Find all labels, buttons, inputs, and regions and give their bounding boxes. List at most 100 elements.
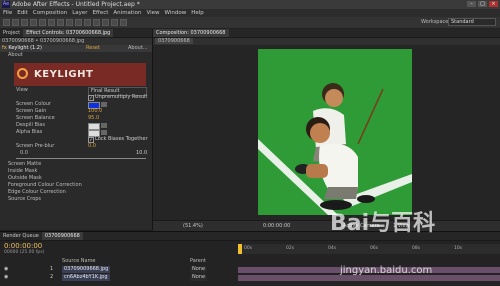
- menu-file[interactable]: File: [3, 9, 12, 17]
- brush-tool-icon[interactable]: [84, 19, 91, 26]
- eyedropper-icon[interactable]: [101, 130, 107, 135]
- rotate-tool-icon[interactable]: [30, 19, 37, 26]
- group-label: Outside Mask: [8, 175, 42, 181]
- menu-bar: File Edit Composition Layer Effect Anima…: [0, 9, 500, 17]
- menu-animation[interactable]: Animation: [113, 9, 141, 17]
- text-tool-icon[interactable]: [75, 19, 82, 26]
- property-label: View: [16, 87, 28, 93]
- layer-row-1[interactable]: ◉ 1 03709009668.jpg None: [0, 266, 236, 273]
- hand-tool-icon[interactable]: [12, 19, 19, 26]
- title-bar: Ae Adobe After Effects - Untitled Projec…: [0, 0, 500, 9]
- eyedropper-icon[interactable]: [101, 123, 107, 128]
- column-parent: Parent: [190, 258, 207, 264]
- slider-track: [16, 158, 146, 159]
- tab-render-queue[interactable]: Render Queue: [0, 232, 42, 240]
- menu-window[interactable]: Window: [165, 9, 187, 17]
- tab-effect-controls[interactable]: Effect Controls: 03700600668.jpg: [23, 29, 114, 37]
- menu-layer[interactable]: Layer: [72, 9, 87, 17]
- visibility-eye-icon[interactable]: ◉: [4, 274, 8, 281]
- timecode-display[interactable]: 0:00:00:00: [263, 221, 290, 231]
- about-label: About: [8, 52, 23, 58]
- effect-controls-panel: Project Effect Controls: 03700600668.jpg…: [0, 29, 153, 230]
- property-label: Screen Gain: [16, 108, 47, 114]
- layer-name[interactable]: cn6Abz4bY1K.jpg: [62, 274, 110, 281]
- eyedropper-icon[interactable]: [101, 102, 107, 107]
- group-screen-matte[interactable]: Screen Matte: [0, 161, 152, 168]
- property-row-screen-balance: Screen Balance 95.0: [0, 115, 152, 122]
- screen-balance-value[interactable]: 95.0: [88, 115, 99, 122]
- group-label: Screen Matte: [8, 161, 42, 167]
- timeline-timecode[interactable]: 0:00:00:00: [4, 242, 42, 250]
- tab-timeline-comp[interactable]: 03700900668: [41, 232, 83, 240]
- zoom-tool-icon[interactable]: [21, 19, 28, 26]
- puppet-tool-icon[interactable]: [120, 19, 127, 26]
- column-source-name: Source Name: [62, 258, 96, 264]
- zoom-dropdown[interactable]: (51.4%): [183, 221, 203, 231]
- property-label: Alpha Bias: [16, 129, 43, 135]
- effect-header-keylight[interactable]: fx Keylight (1.2) Reset About...: [0, 45, 152, 52]
- eraser-tool-icon[interactable]: [102, 19, 109, 26]
- kids-on-grass-image: [258, 49, 412, 215]
- menu-composition[interactable]: Composition: [33, 9, 67, 17]
- pen-tool-icon[interactable]: [66, 19, 73, 26]
- slider-max-label: 10.0: [136, 150, 148, 156]
- menu-view[interactable]: View: [146, 9, 159, 17]
- minimize-button[interactable]: –: [467, 1, 476, 7]
- screen-gain-value[interactable]: 100.0: [88, 108, 102, 115]
- effect-panel-tabs: Project Effect Controls: 03700600668.jpg: [0, 29, 152, 38]
- property-label: Screen Colour: [16, 101, 52, 107]
- keylight-properties: View Final Result ✓ Unpremultiply Result…: [0, 87, 152, 203]
- layer-name[interactable]: 03709009668.jpg: [62, 266, 111, 273]
- tab-composition[interactable]: Composition: 03700900668: [153, 29, 229, 37]
- menu-effect[interactable]: Effect: [93, 9, 109, 17]
- clone-tool-icon[interactable]: [93, 19, 100, 26]
- window-controls: – □ ×: [467, 1, 498, 7]
- group-label: Source Crops: [8, 196, 42, 202]
- property-row-screen-gain: Screen Gain 100.0: [0, 108, 152, 115]
- viewer-toolbar: (51.4%) 0:00:00:00 Active Camera 1 View: [153, 220, 500, 231]
- camera-tool-icon[interactable]: [39, 19, 46, 26]
- roto-brush-tool-icon[interactable]: [111, 19, 118, 26]
- unpremultiply-label: Unpremultiply Result: [95, 94, 148, 100]
- composition-canvas[interactable]: [258, 49, 412, 215]
- property-label: Screen Pre-blur: [16, 143, 55, 149]
- lock-biases-label: Lock Biases Together: [95, 136, 148, 142]
- ruler-tick: 06s: [370, 246, 379, 251]
- screen-preblur-value[interactable]: 0.0: [88, 143, 96, 150]
- pan-behind-tool-icon[interactable]: [48, 19, 55, 26]
- timeline-panel: Render Queue 03700900668 0:00:00:00 0000…: [0, 231, 500, 286]
- keylight-logo: KEYLIGHT: [14, 63, 146, 86]
- visibility-eye-icon[interactable]: ◉: [4, 266, 8, 273]
- workspace-dropdown[interactable]: Standard: [448, 18, 496, 26]
- group-outside-mask[interactable]: Outside Mask: [0, 175, 152, 182]
- group-edge-colour-correction[interactable]: Edge Colour Correction: [0, 189, 152, 196]
- selection-tool-icon[interactable]: [3, 19, 10, 26]
- composition-tabs: Composition: 03700900668: [153, 29, 500, 38]
- about-link[interactable]: About...: [128, 45, 148, 52]
- menu-edit[interactable]: Edit: [17, 9, 28, 17]
- slider-min-label: 0.0: [20, 150, 28, 156]
- maximize-button[interactable]: □: [478, 1, 487, 7]
- keylight-logo-text: KEYLIGHT: [34, 69, 94, 80]
- property-row-lock-biases: ✓ Lock Biases Together: [0, 136, 152, 143]
- tools-toolbar: Workspace: Standard: [0, 17, 500, 29]
- group-foreground-colour-correction[interactable]: Foreground Colour Correction: [0, 182, 152, 189]
- fx-icon[interactable]: fx: [2, 45, 7, 51]
- comp-breadcrumb[interactable]: 0370900668: [155, 38, 193, 44]
- layer-row-2[interactable]: ◉ 2 cn6Abz4bY1K.jpg None: [0, 274, 236, 281]
- current-time-indicator[interactable]: [238, 244, 242, 254]
- close-button[interactable]: ×: [489, 1, 498, 7]
- property-row-despill-bias: Despill Bias: [0, 122, 152, 130]
- menu-help[interactable]: Help: [191, 9, 204, 17]
- mask-tool-icon[interactable]: [57, 19, 64, 26]
- parent-dropdown[interactable]: None: [190, 266, 208, 273]
- group-source-crops[interactable]: Source Crops: [0, 196, 152, 203]
- group-inside-mask[interactable]: Inside Mask: [0, 168, 152, 175]
- about-row[interactable]: About: [0, 52, 152, 59]
- tab-project[interactable]: Project: [0, 29, 23, 37]
- workspace-label: Workspace:: [421, 19, 451, 25]
- parent-dropdown[interactable]: None: [190, 274, 208, 281]
- effect-breadcrumb: 0370090668 • 03700900668.jpg: [0, 38, 152, 45]
- ruler-tick: 02s: [286, 246, 295, 251]
- reset-link[interactable]: Reset: [86, 45, 100, 52]
